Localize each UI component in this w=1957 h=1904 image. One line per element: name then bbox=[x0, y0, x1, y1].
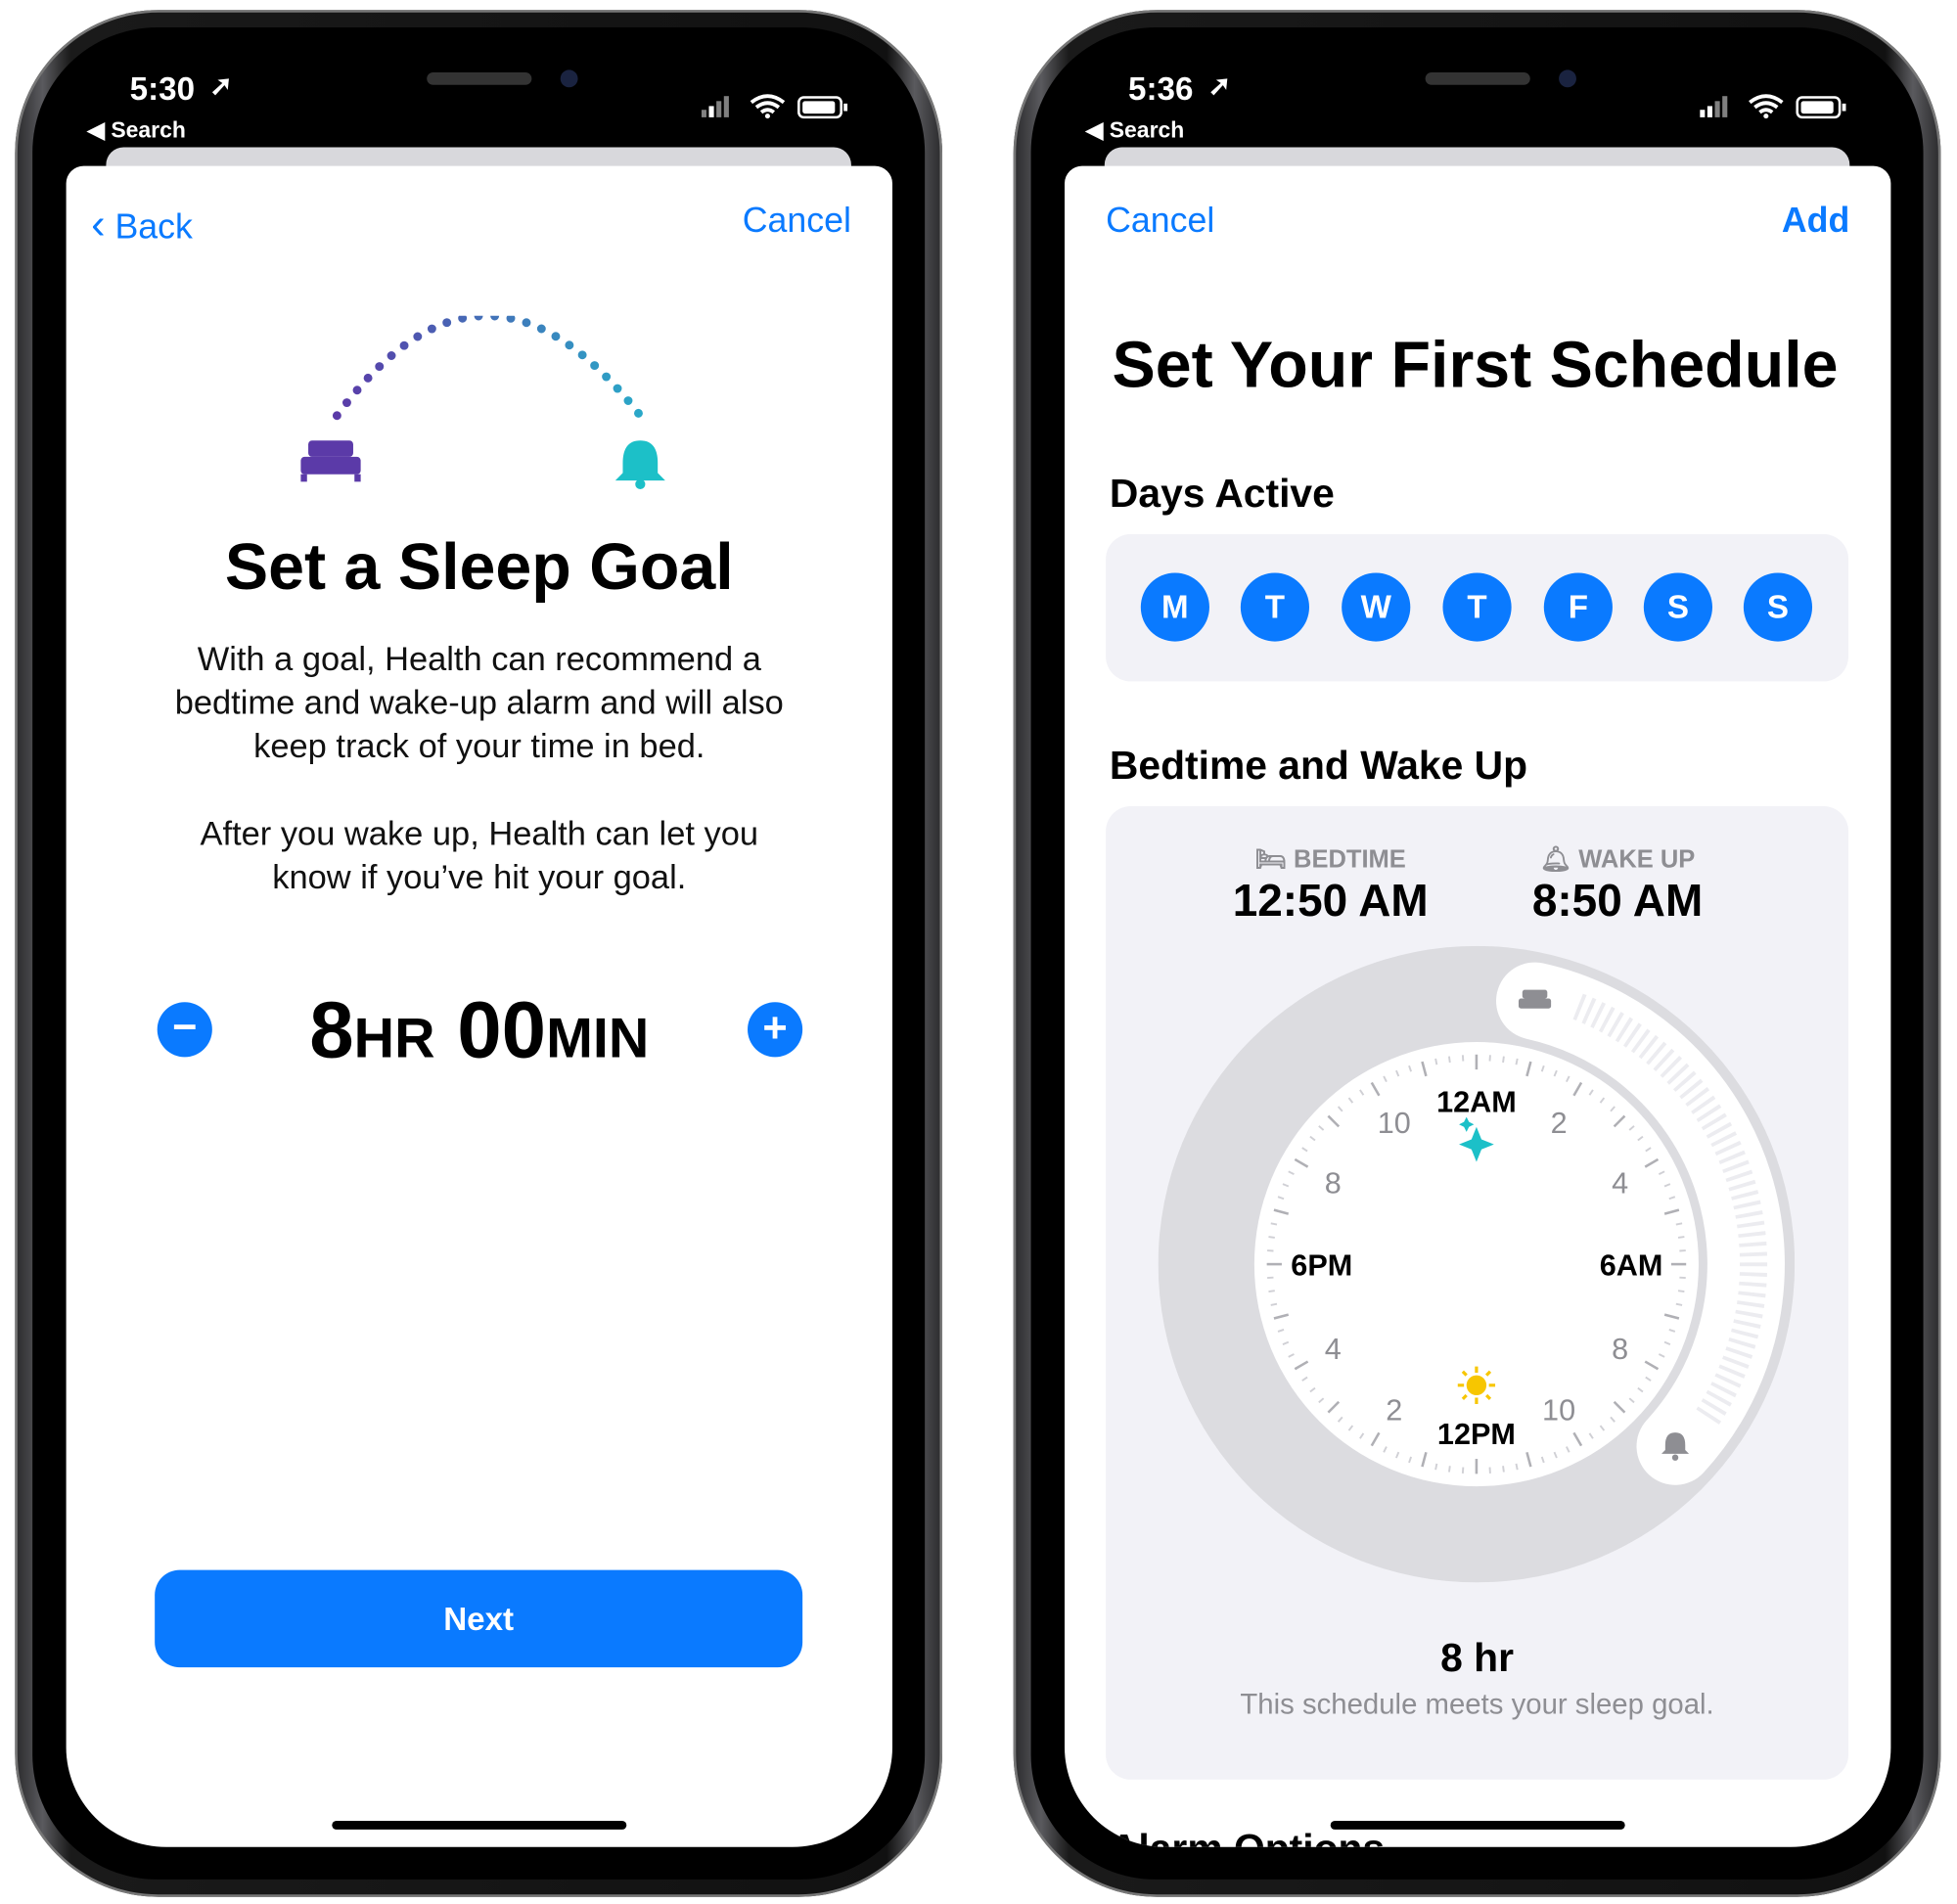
dial-tick bbox=[1675, 1222, 1683, 1226]
dial-tick bbox=[1434, 1058, 1438, 1065]
sleep-goal-screen: ‹ Back Cancel Set a Sleep Goal With a go… bbox=[66, 165, 892, 1847]
speaker bbox=[1425, 71, 1530, 85]
schedule-screen: Cancel Add Set Your First Schedule Days … bbox=[1065, 165, 1891, 1847]
bedtime-display: 🛏︎ BEDTIME 12:50 AM bbox=[1218, 843, 1443, 927]
label-6am: 6AM bbox=[1600, 1249, 1663, 1283]
day-tuesday[interactable]: T bbox=[1240, 572, 1309, 642]
bedtime-value: 12:50 AM bbox=[1232, 875, 1429, 927]
right-phone: 5:36 ➚ ◀ Search Cancel Add Set Your Firs… bbox=[1013, 10, 1941, 1897]
schedule-card: 🛏︎ BEDTIME 12:50 AM 🔔︎ WAKE UP 8:50 AM 1… bbox=[1106, 805, 1849, 1780]
back-to-search[interactable]: ◀ Search bbox=[87, 117, 186, 144]
camera bbox=[1559, 69, 1576, 88]
next-button[interactable]: Next bbox=[155, 1569, 803, 1668]
chevron-left-icon: ‹ bbox=[91, 201, 106, 249]
home-indicator[interactable] bbox=[1330, 1820, 1625, 1830]
bed-icon: 🛏︎ bbox=[1254, 845, 1287, 874]
wake-display: 🔔︎ WAKE UP 8:50 AM bbox=[1505, 843, 1730, 927]
label-8: 8 bbox=[1612, 1333, 1628, 1366]
label-12pm: 12PM bbox=[1437, 1418, 1516, 1451]
day-monday[interactable]: M bbox=[1140, 572, 1209, 642]
page-title: Set a Sleep Goal bbox=[224, 531, 734, 605]
back-button[interactable]: ‹ Back bbox=[91, 201, 193, 249]
location-icon: ➚ bbox=[1207, 69, 1232, 102]
label-2pm: 2 bbox=[1386, 1394, 1402, 1428]
day-wednesday[interactable]: W bbox=[1342, 572, 1411, 642]
dial-tick bbox=[1677, 1290, 1685, 1292]
label-2: 2 bbox=[1551, 1107, 1568, 1140]
minutes-unit: min bbox=[546, 984, 650, 1075]
wake-label: WAKE UP bbox=[1578, 845, 1696, 874]
day-thursday[interactable]: T bbox=[1442, 572, 1512, 642]
status-icons bbox=[701, 92, 851, 128]
dial-tick bbox=[1270, 1302, 1278, 1306]
status-time: 5:36 bbox=[1128, 69, 1194, 108]
text-line: With a goal, Health can recommend a bbox=[197, 640, 761, 678]
text-line: After you wake up, Health can let you bbox=[200, 814, 759, 853]
bell-icon bbox=[614, 440, 665, 489]
text-line: bedtime and wake-up alarm and will also bbox=[174, 683, 784, 722]
bedtime-heading: Bedtime and Wake Up bbox=[1109, 742, 1528, 788]
text-line: keep track of your time in bed. bbox=[253, 727, 705, 765]
bell-icon: 🔔︎ bbox=[1539, 845, 1572, 874]
sleep-goal-value: 8hr 00min bbox=[67, 983, 892, 1075]
add-button[interactable]: Add bbox=[1782, 201, 1849, 241]
day-sunday[interactable]: S bbox=[1743, 572, 1813, 642]
hours-unit: hr bbox=[353, 984, 435, 1075]
back-label: Back bbox=[114, 206, 193, 247]
dial-tick bbox=[1268, 1236, 1275, 1239]
status-time: 5:30 bbox=[129, 69, 196, 108]
back-to-search[interactable]: ◀ Search bbox=[1086, 117, 1185, 144]
dial-tick bbox=[1515, 1463, 1519, 1471]
days-active-heading: Days Active bbox=[1109, 470, 1335, 516]
camera bbox=[560, 69, 578, 88]
text-line: know if you’ve hit your goal. bbox=[272, 858, 687, 896]
sleep-clock[interactable]: 12AM 2 4 6AM 8 10 12PM 2 4 6PM 8 10 bbox=[1158, 945, 1796, 1583]
goal-summary: This schedule meets your sleep goal. bbox=[1240, 1687, 1714, 1720]
label-4: 4 bbox=[1612, 1166, 1628, 1200]
day-friday[interactable]: F bbox=[1543, 572, 1613, 642]
duration: 8 hr bbox=[1440, 1634, 1514, 1680]
label-10pm: 10 bbox=[1378, 1107, 1411, 1140]
dial-tick bbox=[1502, 1466, 1505, 1473]
sleep-arc-illustration bbox=[300, 315, 665, 489]
cancel-button[interactable]: Cancel bbox=[743, 201, 851, 241]
description-1: With a goal, Health can recommend a bedt… bbox=[67, 638, 892, 769]
dial-tick bbox=[1270, 1222, 1278, 1226]
speaker bbox=[427, 71, 532, 85]
description-2: After you wake up, Health can let you kn… bbox=[67, 812, 892, 899]
sun-icon bbox=[1457, 1366, 1496, 1404]
bedtime-label: BEDTIME bbox=[1294, 845, 1406, 874]
label-12am: 12AM bbox=[1436, 1085, 1517, 1118]
dial-tick bbox=[1447, 1466, 1451, 1473]
days-card: M T W T F S S bbox=[1106, 533, 1849, 682]
dial-tick bbox=[1502, 1056, 1505, 1064]
label-8pm: 8 bbox=[1325, 1166, 1342, 1200]
dial-tick bbox=[1268, 1290, 1275, 1292]
status-icons bbox=[1700, 92, 1849, 128]
day-saturday[interactable]: S bbox=[1643, 572, 1712, 642]
page-title: Set Your First Schedule bbox=[1112, 329, 1839, 402]
bedtime-handle-bed-icon[interactable] bbox=[1518, 989, 1552, 1009]
left-phone: 5:30 ➚ ◀ Search ‹ Back Cancel Set a Slee… bbox=[15, 10, 943, 1897]
bed-icon bbox=[300, 440, 361, 482]
dotted-arc bbox=[332, 315, 645, 421]
home-indicator[interactable] bbox=[332, 1820, 627, 1830]
dial-tick bbox=[1675, 1302, 1683, 1306]
dial-tick bbox=[1677, 1236, 1685, 1239]
dial-tick bbox=[1447, 1056, 1451, 1064]
cancel-button[interactable]: Cancel bbox=[1106, 201, 1214, 241]
label-10: 10 bbox=[1542, 1394, 1575, 1428]
dial-tick bbox=[1434, 1463, 1438, 1471]
goal-minutes: 00 bbox=[457, 984, 547, 1075]
location-icon: ➚ bbox=[209, 69, 233, 102]
goal-hours: 8 bbox=[309, 984, 354, 1075]
wake-value: 8:50 AM bbox=[1531, 875, 1704, 927]
label-4pm: 4 bbox=[1325, 1333, 1342, 1366]
dial-tick bbox=[1515, 1058, 1519, 1065]
label-6pm: 6PM bbox=[1291, 1249, 1352, 1283]
